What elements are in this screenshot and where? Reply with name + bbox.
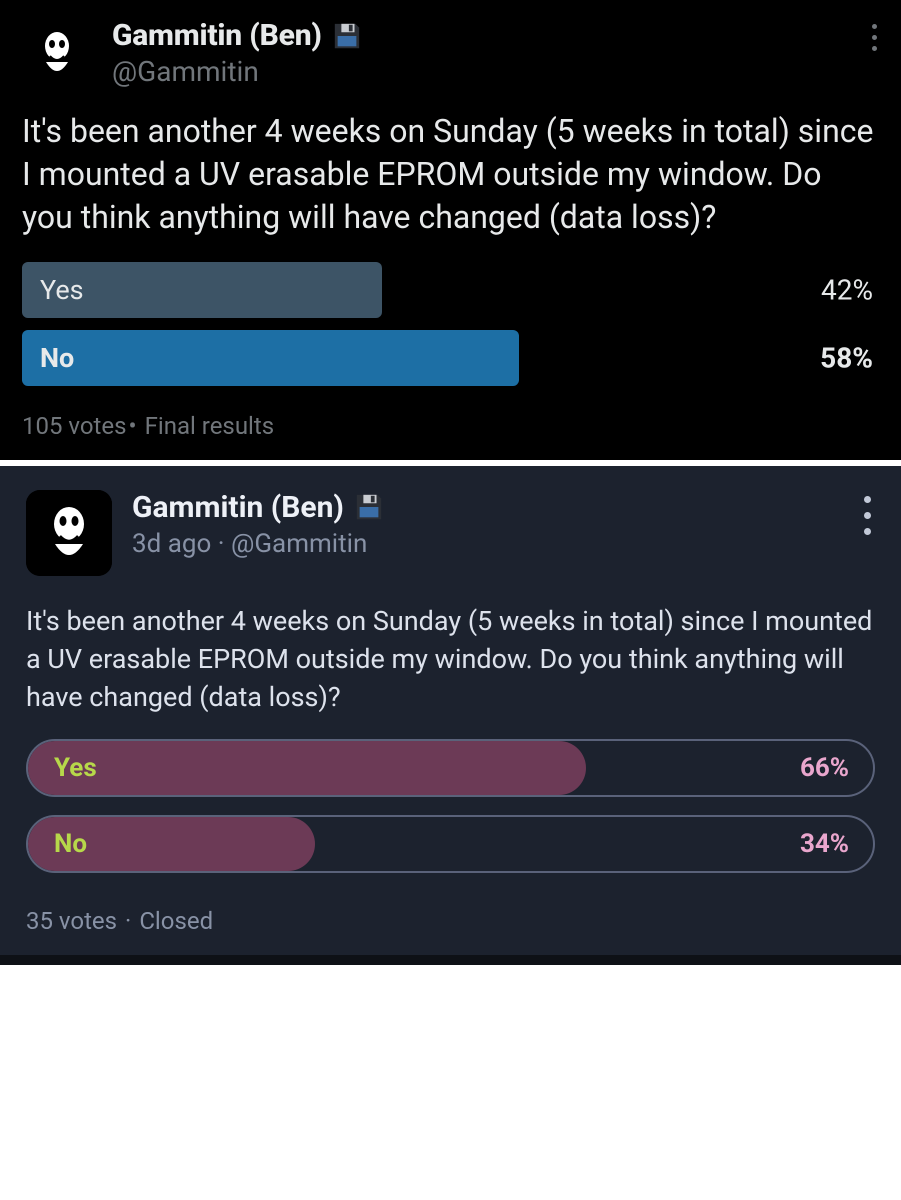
display-name[interactable]: Gammitin (Ben) <box>132 490 344 525</box>
poll-option-label: Yes <box>22 274 84 306</box>
tweet-header: Gammitin (Ben) @Gammitin <box>22 18 879 88</box>
poll: Yes 42% No 58% 105 votes• Final results <box>22 262 879 440</box>
avatar[interactable] <box>26 490 112 576</box>
more-button[interactable] <box>872 24 877 51</box>
poll-footer: 35 votes·Closed <box>26 907 875 935</box>
toot-header: Gammitin (Ben) 3d ago · @Gammitin <box>26 490 875 576</box>
avatar-image <box>26 490 112 576</box>
poll-option-pct: 42% <box>821 273 873 306</box>
floppy-disk-icon <box>354 492 384 522</box>
display-name[interactable]: Gammitin (Ben) <box>112 18 322 53</box>
timestamp[interactable]: 3d ago <box>132 529 211 559</box>
poll-status: Closed <box>139 907 213 935</box>
poll: Yes 66% No 34% 35 votes·Closed <box>26 739 875 935</box>
poll-option[interactable]: No 58% <box>22 330 879 386</box>
more-button[interactable] <box>864 496 871 535</box>
poll-option[interactable]: Yes 66% <box>26 739 875 797</box>
poll-option-pct: 66% <box>800 753 849 783</box>
poll-option[interactable]: Yes 42% <box>22 262 879 318</box>
poll-option[interactable]: No 34% <box>26 815 875 873</box>
toot-body: It's been another 4 weeks on Sunday (5 w… <box>26 602 875 717</box>
poll-votes: 105 votes <box>22 412 127 440</box>
tweet-card: Gammitin (Ben) @Gammitin It's been anoth… <box>0 0 901 466</box>
avatar-image <box>22 18 92 88</box>
poll-option-pct: 58% <box>820 341 873 374</box>
poll-option-label: No <box>54 829 87 859</box>
poll-bar <box>28 741 586 795</box>
poll-option-label: No <box>22 342 74 374</box>
poll-option-label: Yes <box>54 753 97 783</box>
toot-card: Gammitin (Ben) 3d ago · @Gammitin <box>0 466 901 965</box>
avatar[interactable] <box>22 18 92 88</box>
poll-bar <box>22 330 519 386</box>
post-meta: 3d ago · @Gammitin <box>132 529 384 559</box>
poll-votes: 35 votes <box>26 907 117 935</box>
floppy-disk-icon <box>332 21 362 51</box>
poll-footer: 105 votes• Final results <box>22 412 879 440</box>
user-handle[interactable]: @Gammitin <box>112 55 362 88</box>
poll-status: Final results <box>145 412 275 440</box>
user-handle[interactable]: @Gammitin <box>231 529 367 559</box>
tweet-body: It's been another 4 weeks on Sunday (5 w… <box>22 110 879 240</box>
poll-option-pct: 34% <box>800 829 849 859</box>
